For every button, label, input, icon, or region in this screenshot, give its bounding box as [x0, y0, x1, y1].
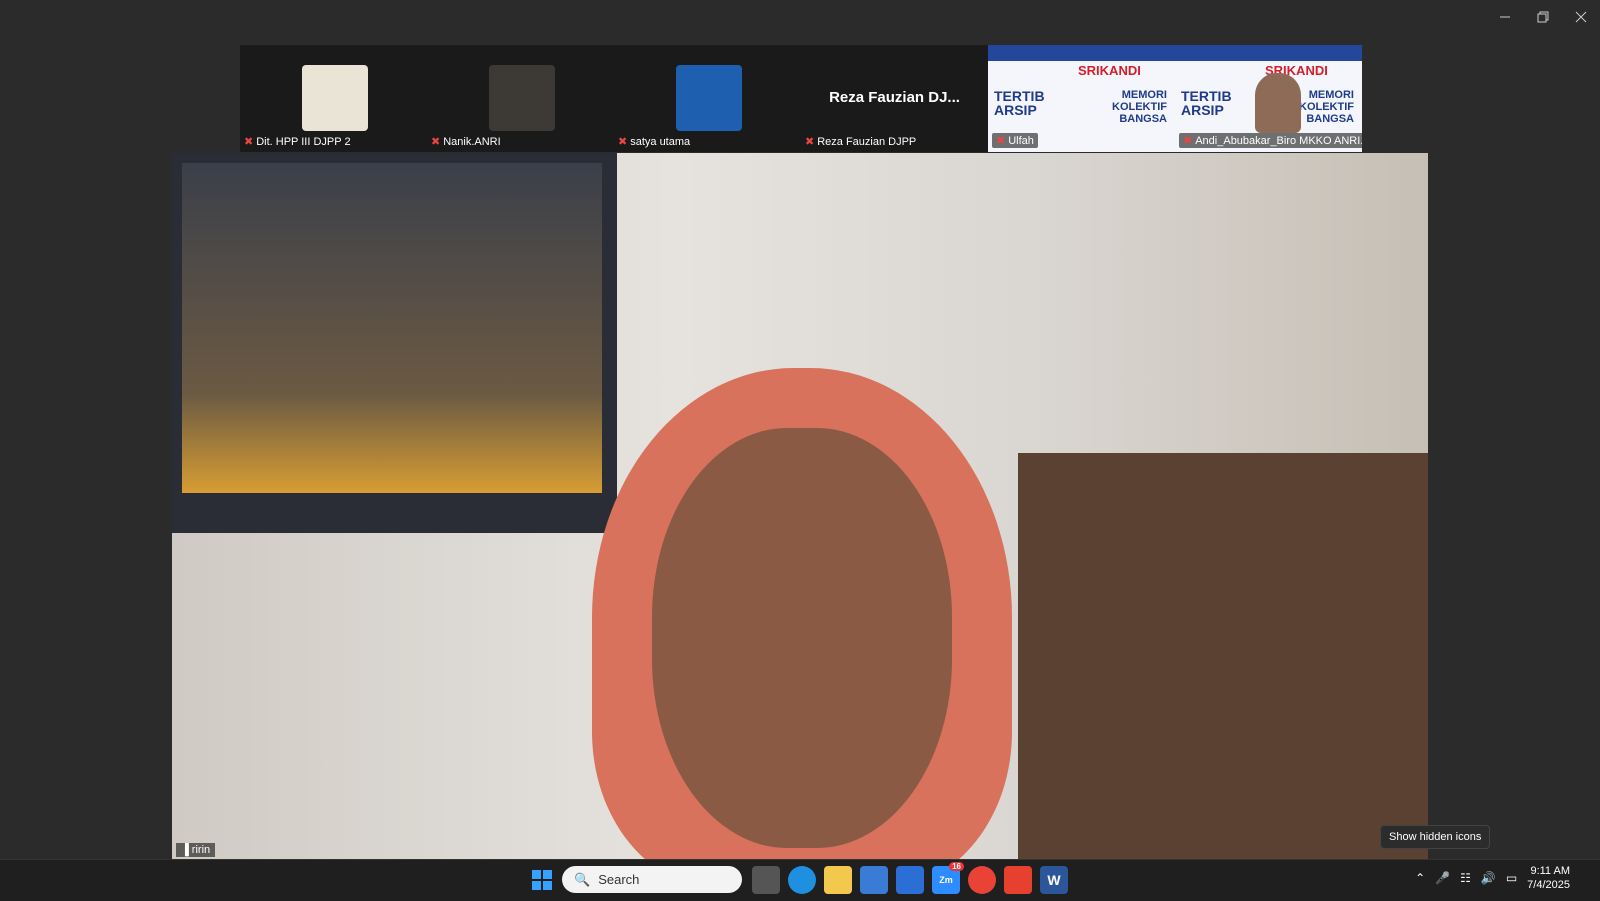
participant-name: ✖ Dit. HPP III DJPP 2 — [244, 135, 351, 149]
active-speaker-video[interactable]: ▐ ririn — [172, 153, 1428, 859]
participant-name: ✖ Reza Fauzian DJPP — [805, 135, 917, 149]
participant-name: ✖ Ulfah — [992, 133, 1038, 148]
banner-header — [1175, 45, 1362, 61]
show-hidden-icons-chevron-icon[interactable]: ⌃ — [1415, 871, 1425, 885]
minimize-icon — [1500, 16, 1510, 18]
participant-display-name: Reza Fauzian DJ... — [829, 89, 960, 106]
file-explorer-icon[interactable] — [824, 866, 852, 894]
restore-button[interactable] — [1524, 0, 1562, 34]
muted-mic-icon: ✖ — [1183, 135, 1193, 147]
battery-icon[interactable]: ▭ — [1506, 871, 1517, 885]
notification-badge: 16 — [949, 862, 964, 871]
participant-tile[interactable]: Reza Fauzian DJ... ✖ Reza Fauzian DJPP — [801, 45, 988, 152]
participant-tile[interactable]: ✖ Dit. HPP III DJPP 2 — [240, 45, 427, 152]
word-icon[interactable]: W — [1040, 866, 1068, 894]
muted-mic-icon: ✖ — [805, 136, 815, 148]
participant-thumbnail — [302, 65, 368, 131]
video-carved-panel — [1018, 453, 1428, 859]
system-tray: ⌃ 🎤 ☷ 🔊 ▭ 9:11 AM 7/4/2025 — [1415, 864, 1570, 892]
search-icon: 🔍 — [574, 871, 591, 887]
participant-tile[interactable]: SRIKANDI TERTIB ARSIP MEMORI KOLEKTIF BANGS… — [1175, 45, 1362, 152]
microsoft-store-icon[interactable] — [860, 866, 888, 894]
muted-mic-icon: ✖ — [618, 136, 628, 148]
participant-name: ✖ Nanik.ANRI — [431, 135, 501, 149]
participant-name: ✖ satya utama — [618, 135, 691, 149]
banner-title: SRIKANDI — [1078, 63, 1141, 78]
speaker-name-tag: ▐ ririn — [176, 843, 216, 857]
show-hidden-icons-tooltip: Show hidden icons — [1380, 825, 1491, 849]
video-tv-screen — [172, 153, 617, 533]
close-icon — [1575, 11, 1587, 23]
wifi-icon[interactable]: ☷ — [1460, 871, 1471, 885]
volume-icon[interactable]: 🔊 — [1481, 871, 1496, 885]
muted-mic-icon: ✖ — [244, 136, 254, 148]
restore-icon — [1537, 11, 1549, 23]
participant-tile[interactable]: ✖ Nanik.ANRI — [427, 45, 614, 152]
windows-logo-icon — [532, 870, 552, 890]
task-view-icon[interactable] — [752, 866, 780, 894]
signal-strength-icon: ▐ — [181, 844, 189, 856]
participant-strip: ✖ Dit. HPP III DJPP 2 ✖ Nanik.ANRI ✖ satya … — [240, 45, 1362, 152]
participant-thumbnail — [676, 65, 742, 131]
wps-office-icon[interactable] — [1004, 866, 1032, 894]
banner-header — [988, 45, 1175, 61]
participant-video-person — [1255, 73, 1301, 133]
chrome-icon[interactable] — [968, 866, 996, 894]
participant-name: ✖ Andi_Abubakar_Biro MKKO ANRI... — [1179, 133, 1362, 148]
video-speaker-person — [592, 368, 1012, 859]
taskbar: 🔍 Search Zm 16 W ⌃ 🎤 ☷ 🔊 ▭ 9:11 AM 7/4/2… — [0, 859, 1600, 901]
participant-thumbnail — [489, 65, 555, 131]
zoom-app-icon[interactable]: Zm 16 — [932, 862, 964, 894]
taskbar-search-box[interactable]: 🔍 Search — [562, 866, 742, 893]
banner-tertib: TERTIB ARSIP — [994, 88, 1045, 118]
microphone-icon[interactable]: 🎤 — [1435, 871, 1450, 885]
edge-browser-icon[interactable] — [788, 866, 816, 894]
taskbar-clock[interactable]: 9:11 AM 7/4/2025 — [1527, 864, 1570, 892]
banner-memori: MEMORI KOLEKTIF BANGSA — [1299, 89, 1354, 125]
app-icon[interactable] — [896, 866, 924, 894]
participant-tile[interactable]: ✖ satya utama — [614, 45, 801, 152]
window-controls — [1486, 0, 1600, 34]
banner-memori: MEMORI KOLEKTIF BANGSA — [1112, 89, 1167, 125]
participant-tile[interactable]: SRIKANDI TERTIB ARSIP MEMORI KOLEKTIF BANGS… — [988, 45, 1175, 152]
banner-tertib: TERTIB ARSIP — [1181, 88, 1232, 118]
close-button[interactable] — [1562, 0, 1600, 34]
muted-mic-icon: ✖ — [996, 135, 1006, 147]
minimize-button[interactable] — [1486, 0, 1524, 34]
muted-mic-icon: ✖ — [431, 136, 441, 148]
windows-start-button[interactable] — [528, 866, 556, 894]
